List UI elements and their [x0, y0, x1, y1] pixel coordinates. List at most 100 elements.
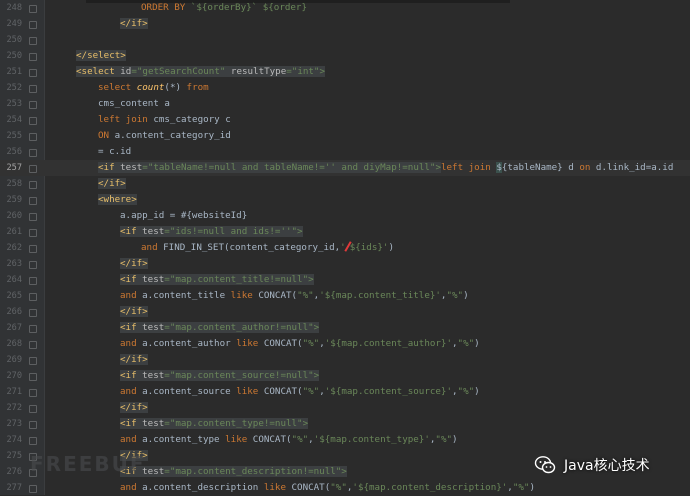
code-text: left join cms_category c [98, 112, 231, 128]
xml-tag: <if test="map.content_description!=null"… [120, 466, 347, 477]
code-token: '${map.content_description}' [352, 482, 508, 493]
fold-marker-icon[interactable] [29, 85, 37, 93]
fold-marker-icon[interactable] [29, 309, 37, 317]
fold-marker-icon[interactable] [29, 117, 37, 125]
fold-marker-icon[interactable] [29, 101, 37, 109]
code-line[interactable]: 254 left join cms_category c [0, 112, 690, 128]
code-line[interactable]: 277 and a.content_description like CONCAT… [0, 480, 690, 496]
code-line[interactable]: 258 </if> [0, 176, 690, 192]
code-token: select [98, 82, 137, 93]
fold-marker-icon[interactable] [29, 165, 37, 173]
freebuf-watermark: FREEBUF [30, 452, 146, 476]
fold-marker-icon[interactable] [29, 229, 37, 237]
line-number: 275 [6, 451, 22, 461]
code-token: '${map.content_author}' [324, 338, 452, 349]
code-token: CONCAT( [258, 290, 298, 301]
code-line[interactable]: 264 <if test="map.content_title!=null"> [0, 272, 690, 288]
code-line[interactable]: 267 <if test="map.content_author!=null"> [0, 320, 690, 336]
code-line[interactable]: 261 <if test="ids!=null and ids!=''"> [0, 224, 690, 240]
code-token: count [136, 82, 165, 93]
code-token: and [120, 386, 143, 397]
fold-marker-icon[interactable] [29, 37, 37, 45]
fold-marker-icon[interactable] [29, 21, 37, 29]
fold-marker-icon[interactable] [29, 325, 37, 333]
fold-marker-icon[interactable] [29, 485, 37, 493]
fold-marker-icon[interactable] [29, 357, 37, 365]
fold-marker-icon[interactable] [29, 5, 37, 13]
code-line[interactable]: 263 </if> [0, 256, 690, 272]
code-line[interactable]: 255 ON a.content_category_id [0, 128, 690, 144]
code-text: and a.content_type like CONCAT("%",'${ma… [120, 432, 458, 448]
code-line[interactable]: 253 cms_content a [0, 96, 690, 112]
code-token: ) [529, 482, 535, 493]
fold-marker-icon[interactable] [29, 341, 37, 349]
code-token: {tableName} d [501, 162, 580, 173]
code-token: and [120, 482, 143, 493]
fold-marker-icon[interactable] [29, 373, 37, 381]
line-number: 268 [6, 339, 22, 349]
code-token: ) [463, 290, 469, 301]
fold-marker-icon[interactable] [29, 245, 37, 253]
line-number: 272 [6, 403, 22, 413]
fold-marker-icon[interactable] [29, 293, 37, 301]
fold-marker-icon[interactable] [29, 133, 37, 141]
code-text: <if test="map.content_title!=null"> [120, 272, 314, 288]
code-token: ) [452, 434, 458, 445]
code-token: (*) [164, 82, 187, 93]
fold-marker-icon[interactable] [29, 405, 37, 413]
fold-marker-icon[interactable] [29, 421, 37, 429]
code-token: left join [440, 162, 497, 173]
code-line[interactable]: 273 <if test="map.content_type!=null"> [0, 416, 690, 432]
fold-marker-icon[interactable] [29, 437, 37, 445]
xml-tag: <if test="tableName!=null and tableName!… [98, 162, 441, 173]
code-line[interactable]: 256 = c.id [0, 144, 690, 160]
code-line[interactable]: 249 </if> [0, 16, 690, 32]
code-text: <if test="ids!=null and ids!=''"> [120, 224, 303, 240]
xml-tag: </if> [120, 354, 148, 365]
code-token: "%" [291, 434, 309, 445]
code-line[interactable]: 252 select count(*) from [0, 80, 690, 96]
fold-marker-icon[interactable] [29, 261, 37, 269]
code-line[interactable]: 265 and a.content_title like CONCAT("%",'… [0, 288, 690, 304]
code-token: FIND_IN_SET(content_category_id, [163, 242, 341, 253]
fold-marker-icon[interactable] [29, 181, 37, 189]
code-line[interactable]: 262 and FIND_IN_SET(content_category_id,'… [0, 240, 690, 256]
code-token: ) [474, 338, 480, 349]
fold-marker-icon[interactable] [29, 389, 37, 397]
code-line[interactable]: 271 and a.content_source like CONCAT("%",… [0, 384, 690, 400]
code-token: like [263, 482, 292, 493]
wechat-icon [534, 454, 556, 476]
code-text: <if test="map.content_type!=null"> [120, 416, 309, 432]
line-number: 257 [6, 163, 22, 173]
code-token: "%" [435, 434, 453, 445]
code-line[interactable]: 259 <where> [0, 192, 690, 208]
line-number: 259 [6, 195, 22, 205]
code-token: "%" [457, 338, 475, 349]
code-line[interactable]: 257 <if test="tableName!=null and tableNa… [0, 160, 690, 176]
fold-marker-icon[interactable] [29, 149, 37, 157]
fold-marker-icon[interactable] [29, 69, 37, 77]
code-text: </if> [120, 400, 148, 416]
fold-marker-icon[interactable] [29, 213, 37, 221]
xml-tag: <if test="map.content_source!=null"> [120, 370, 320, 381]
code-line[interactable]: 250 [0, 32, 690, 48]
fold-marker-icon[interactable] [29, 277, 37, 285]
code-line[interactable]: 269 </if> [0, 352, 690, 368]
code-text: <if test="map.content_source!=null"> [120, 368, 320, 384]
code-line[interactable]: 272 </if> [0, 400, 690, 416]
xml-tag: </select> [76, 50, 126, 61]
code-line[interactable]: 270 <if test="map.content_source!=null"> [0, 368, 690, 384]
code-line[interactable]: 260 a.app_id = #{websiteId} [0, 208, 690, 224]
code-line[interactable]: 250 </select> [0, 48, 690, 64]
code-line[interactable]: 248 ORDER BY `${orderBy}` ${order} [0, 0, 690, 16]
code-line[interactable]: 268 and a.content_author like CONCAT("%",… [0, 336, 690, 352]
fold-marker-icon[interactable] [29, 53, 37, 61]
code-text: <if test="map.content_description!=null"… [120, 464, 347, 480]
fold-marker-icon[interactable] [29, 197, 37, 205]
code-editor[interactable]: 248 ORDER BY `${orderBy}` ${order} 249 </if… [0, 0, 690, 495]
code-line[interactable]: 274 and a.content_type like CONCAT("%",'$… [0, 432, 690, 448]
line-number: 256 [6, 147, 22, 157]
code-line[interactable]: 266 </if> [0, 304, 690, 320]
code-text: <if test="tableName!=null and tableName!… [98, 160, 673, 176]
code-line[interactable]: 251 <select id="getSearchCount" resultTyp… [0, 64, 690, 80]
